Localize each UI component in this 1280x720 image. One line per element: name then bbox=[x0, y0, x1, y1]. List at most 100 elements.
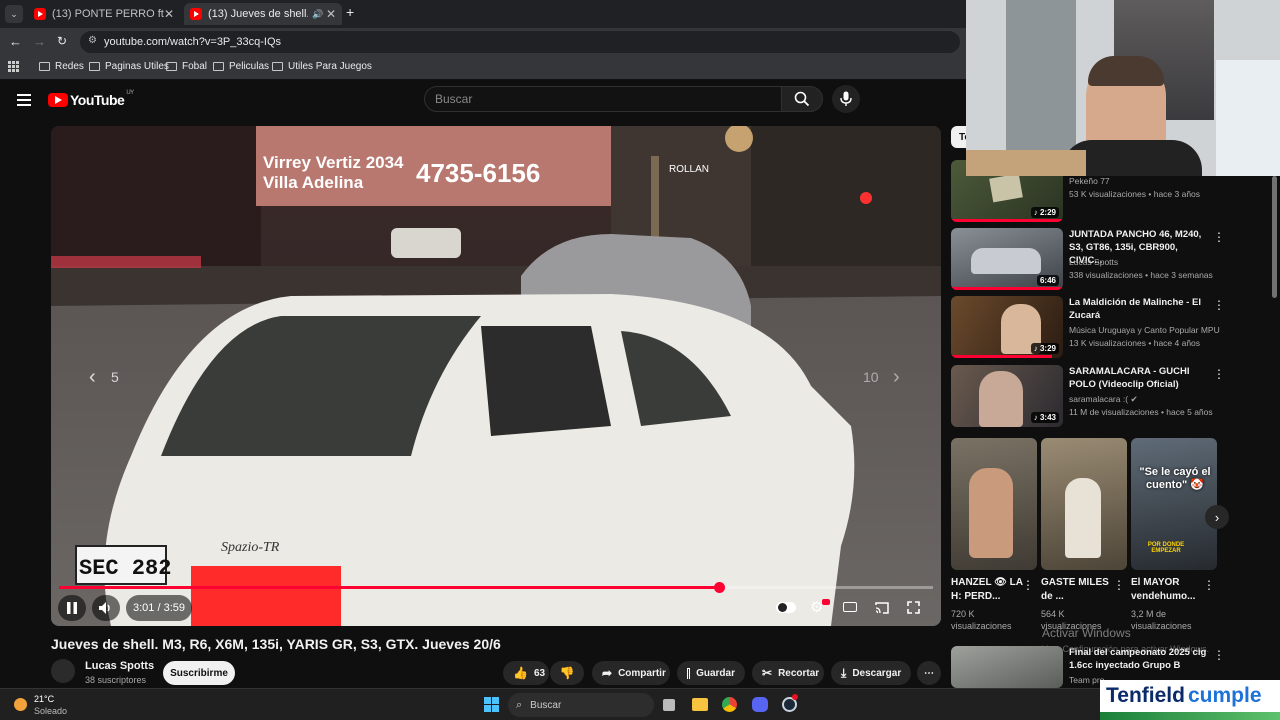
more-vertical-icon[interactable]: ⋮ bbox=[1213, 648, 1225, 662]
windows-taskbar: 21°C Soleado ⌕ Buscar bbox=[0, 688, 1280, 720]
shorts-next-button[interactable]: › bbox=[1205, 505, 1229, 529]
forward-arrow-icon[interactable]: → bbox=[33, 34, 46, 49]
more-horizontal-icon: ⋯ bbox=[924, 667, 934, 679]
video-meta: 53 K visualizaciones • hace 3 años bbox=[1069, 189, 1201, 199]
bookmark-folder[interactable]: Redes bbox=[39, 61, 84, 72]
video-thumbnail[interactable]: ♪ 3:29 bbox=[951, 296, 1063, 358]
autoplay-toggle[interactable] bbox=[776, 602, 796, 613]
url-text: youtube.com/watch?v=3P_33cq-IQs bbox=[104, 36, 282, 48]
more-vertical-icon[interactable]: ⋮ bbox=[1113, 578, 1125, 592]
apps-grid-icon[interactable] bbox=[8, 61, 19, 72]
search-input[interactable]: Buscar bbox=[424, 86, 782, 112]
file-explorer-icon[interactable] bbox=[692, 698, 708, 711]
thumbnail-person bbox=[1065, 478, 1101, 558]
search-button[interactable] bbox=[781, 86, 823, 112]
bookmark-folder[interactable]: Paginas Utiles bbox=[89, 61, 169, 72]
video-title[interactable]: SARAMALACARA - GUCHI POLO (Videoclip Ofi… bbox=[1069, 365, 1209, 391]
more-vertical-icon[interactable]: ⋮ bbox=[1022, 578, 1034, 592]
video-title[interactable]: Final del campeonato 2025 cig 1.6cc inye… bbox=[1069, 646, 1209, 672]
sign-phone-text: 4735-6156 bbox=[416, 158, 540, 188]
short-thumbnail[interactable] bbox=[1041, 438, 1127, 570]
duration-badge: ♪ 3:43 bbox=[1030, 412, 1059, 423]
recommended-video[interactable]: 6:46 JUNTADA PANCHO 46, M240, S3, GT86, … bbox=[951, 228, 1280, 292]
bookmark-folder[interactable]: Fobal bbox=[166, 61, 207, 72]
new-tab-button[interactable]: + bbox=[346, 4, 354, 20]
fullscreen-icon[interactable] bbox=[907, 601, 920, 619]
channel-name[interactable]: Pekeño 77 bbox=[1069, 176, 1110, 186]
save-button[interactable]: Guardar bbox=[677, 661, 745, 685]
browser-tab[interactable]: (13) PONTE PERRO ft KALEB DI ✕ bbox=[28, 3, 180, 25]
sign-city-text: Villa Adelina bbox=[263, 173, 364, 192]
brand-suffix: cumple bbox=[1188, 684, 1262, 707]
address-bar[interactable]: ⚙ youtube.com/watch?v=3P_33cq-IQs bbox=[80, 31, 960, 53]
site-info-icon[interactable]: ⚙ bbox=[88, 35, 97, 46]
chrome-icon[interactable] bbox=[722, 697, 737, 712]
reload-icon[interactable]: ↻ bbox=[57, 34, 67, 48]
video-player[interactable]: SEC 282 Spazio-TR Virrey Vertiz 2034 Vil… bbox=[51, 126, 941, 626]
tenfield-brand-overlay: Tenfield cumple bbox=[1100, 680, 1280, 720]
progress-played bbox=[59, 586, 719, 589]
volume-button[interactable] bbox=[92, 595, 120, 621]
channel-name[interactable]: saramalacara :( ✔ bbox=[1069, 394, 1138, 405]
discord-icon[interactable] bbox=[752, 697, 768, 712]
menu-hamburger-icon[interactable] bbox=[17, 91, 31, 109]
video-thumbnail[interactable]: ♪ 3:43 bbox=[951, 365, 1063, 427]
like-button[interactable]: 👍 63 bbox=[503, 661, 549, 685]
short-title[interactable]: El MAYOR vendehumo... bbox=[1131, 576, 1203, 604]
close-tab-icon[interactable]: ✕ bbox=[326, 7, 336, 21]
back-arrow-icon[interactable]: ← bbox=[9, 34, 22, 49]
browser-tab-active[interactable]: (13) Jueves de shell. M3, R6 🔊 ✕ bbox=[184, 3, 342, 25]
channel-name[interactable]: Lucas Spotts bbox=[85, 660, 154, 672]
volume-icon bbox=[99, 602, 110, 614]
taskbar-search[interactable]: ⌕ Buscar bbox=[508, 693, 654, 717]
seek-forward-icon[interactable]: › bbox=[893, 366, 900, 388]
voice-search-button[interactable] bbox=[832, 85, 860, 113]
close-tab-icon[interactable]: ✕ bbox=[164, 7, 174, 21]
page-scrollbar[interactable] bbox=[1272, 176, 1277, 298]
short-thumbnail[interactable] bbox=[951, 438, 1037, 570]
download-button[interactable]: ⤓ Descargar bbox=[831, 661, 911, 685]
more-actions-button[interactable]: ⋯ bbox=[917, 661, 941, 685]
folder-icon bbox=[272, 62, 283, 71]
windows-start-icon[interactable] bbox=[484, 697, 499, 712]
pause-button[interactable] bbox=[58, 595, 86, 621]
short-title[interactable]: HANZEL 👁 LA H: PERD... bbox=[951, 576, 1023, 604]
weather-temp[interactable]: 21°C bbox=[34, 694, 54, 704]
video-title[interactable]: La Maldición de Malinche - El Zucará bbox=[1069, 296, 1209, 322]
theater-mode-icon[interactable] bbox=[843, 602, 857, 612]
verified-icon: ✔ bbox=[1130, 394, 1138, 404]
cast-icon[interactable] bbox=[875, 601, 889, 619]
video-thumbnail[interactable] bbox=[951, 646, 1063, 688]
folder-icon bbox=[213, 62, 224, 71]
video-thumbnail[interactable]: 6:46 bbox=[951, 228, 1063, 290]
subscribe-button[interactable]: Suscribirme bbox=[163, 661, 235, 685]
task-view-icon[interactable] bbox=[663, 699, 675, 711]
search-icon bbox=[794, 91, 810, 107]
more-vertical-icon[interactable]: ⋮ bbox=[1213, 367, 1225, 381]
duration-badge: ♪ 3:29 bbox=[1030, 343, 1059, 354]
youtube-favicon-icon bbox=[34, 8, 46, 20]
recommended-video[interactable]: ♪ 3:43 SARAMALACARA - GUCHI POLO (Videoc… bbox=[951, 365, 1280, 429]
recommended-video[interactable]: ♪ 3:29 La Maldición de Malinche - El Zuc… bbox=[951, 296, 1280, 360]
more-vertical-icon[interactable]: ⋮ bbox=[1213, 298, 1225, 312]
thumbnail-person bbox=[969, 468, 1013, 558]
youtube-logo[interactable]: YouTube UY bbox=[48, 90, 134, 108]
short-title[interactable]: GASTE MILES de ... bbox=[1041, 576, 1113, 604]
bookmark-folder[interactable]: Peliculas bbox=[213, 61, 269, 72]
bookmark-folder[interactable]: Utiles Para Juegos bbox=[272, 61, 372, 72]
channel-name[interactable]: Música Uruguaya y Canto Popular MPU bbox=[1069, 325, 1220, 335]
seek-back-icon[interactable]: ‹ bbox=[89, 366, 96, 388]
more-vertical-icon[interactable]: ⋮ bbox=[1203, 578, 1215, 592]
clip-button[interactable]: ✂ Recortar bbox=[752, 661, 824, 685]
weather-icon[interactable] bbox=[14, 698, 27, 711]
share-button[interactable]: ➦ Compartir bbox=[592, 661, 670, 685]
notification-badge bbox=[792, 694, 798, 700]
speaker-icon[interactable]: 🔊 bbox=[312, 9, 323, 20]
tab-search-button[interactable]: ⌄ bbox=[5, 5, 23, 23]
channel-avatar[interactable] bbox=[51, 659, 75, 683]
short-thumbnail[interactable]: "Se le cayó el cuento" 🤡 POR DONDE EMPEZ… bbox=[1131, 438, 1217, 570]
dislike-button[interactable]: 👎 bbox=[550, 661, 584, 685]
channel-name[interactable]: Lucas Spotts bbox=[1069, 257, 1118, 267]
progress-scrubber-handle[interactable] bbox=[713, 582, 725, 593]
more-vertical-icon[interactable]: ⋮ bbox=[1213, 230, 1225, 244]
